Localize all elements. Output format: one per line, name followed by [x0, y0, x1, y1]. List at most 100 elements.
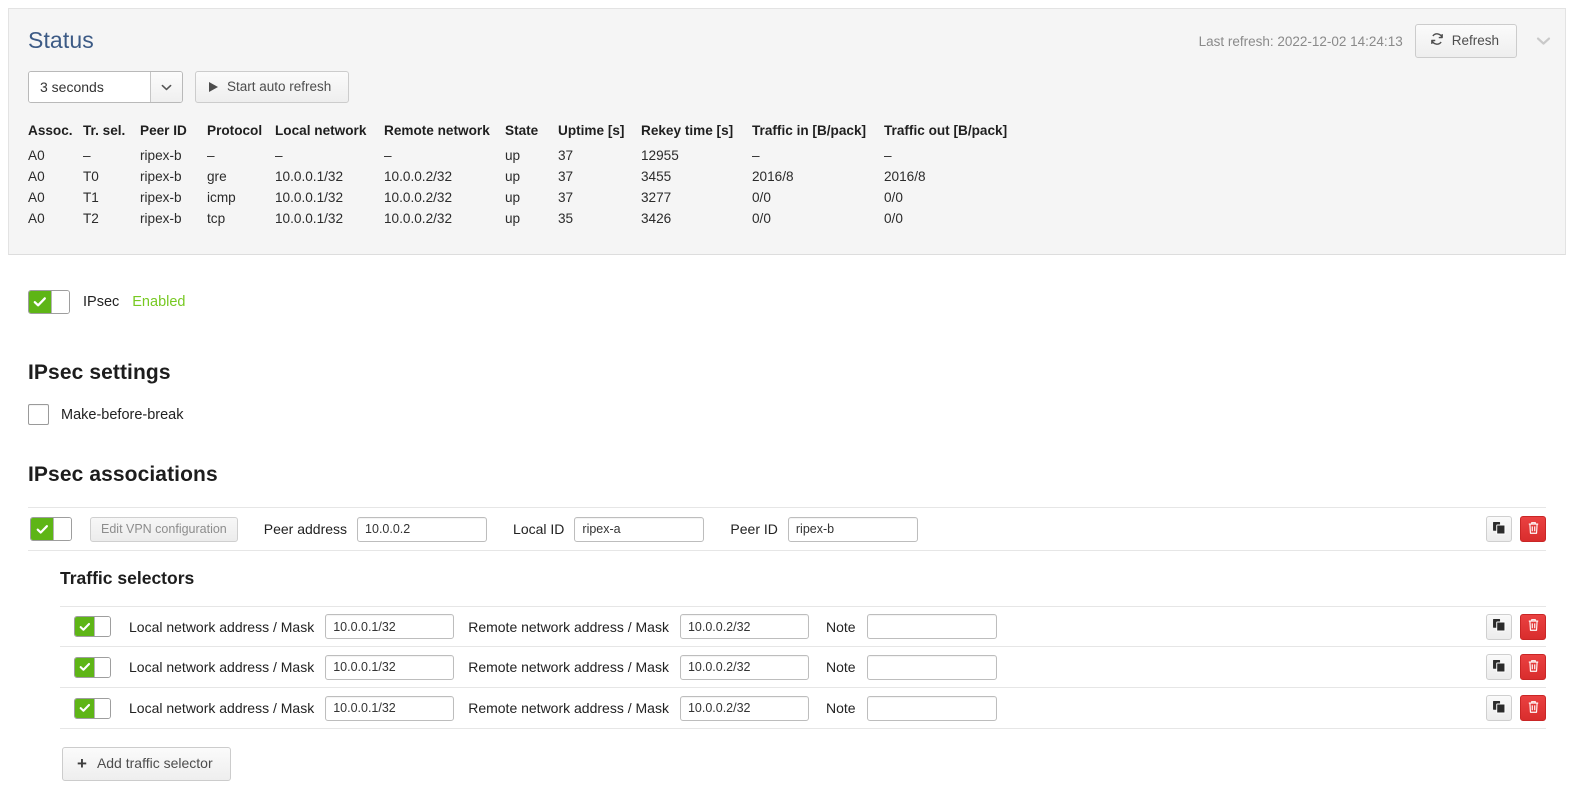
make-before-break-checkbox[interactable] [28, 404, 49, 425]
chevron-down-icon [150, 72, 182, 102]
local-network-label: Local network address / Mask [129, 618, 315, 635]
col-protocol: Protocol [207, 123, 263, 138]
cell-traffic-out: – [884, 147, 892, 163]
cell-traffic-in: 0/0 [752, 210, 771, 226]
duplicate-traffic-selector-button[interactable] [1486, 613, 1512, 640]
note-input[interactable] [866, 614, 997, 639]
toggle-on-side [75, 617, 94, 636]
cell-tr-sel: – [83, 147, 91, 163]
add-traffic-selector-label: Add traffic selector [96, 755, 213, 772]
cell-protocol: tcp [207, 210, 226, 226]
cell-uptime: 37 [558, 168, 574, 184]
check-icon [79, 622, 91, 632]
delete-traffic-selector-button[interactable] [1520, 695, 1546, 721]
delete-traffic-selector-button[interactable] [1520, 654, 1546, 680]
col-traffic-in: Traffic in [B/pack] [752, 123, 867, 138]
traffic-selector-row-actions [1486, 654, 1546, 680]
copy-duplicate-icon [1492, 521, 1506, 538]
traffic-selector-row-actions [1486, 695, 1546, 721]
peer-id-input[interactable] [787, 516, 918, 542]
cell-uptime: 35 [558, 210, 574, 226]
local-network-label: Local network address / Mask [129, 659, 315, 675]
duplicate-traffic-selector-button[interactable] [1486, 654, 1512, 680]
cell-remote-network: – [384, 147, 392, 163]
cell-tr-sel: T0 [83, 168, 99, 184]
add-traffic-selector-button[interactable]: + Add traffic selector [62, 747, 231, 781]
cell-rekey-time: 3277 [641, 189, 672, 205]
ipsec-settings-heading: IPsec settings [28, 361, 171, 384]
cell-protocol: icmp [207, 189, 236, 205]
delete-association-button[interactable] [1520, 516, 1546, 542]
cell-assoc: A0 [28, 147, 45, 163]
remote-network-input[interactable] [679, 695, 809, 721]
duplicate-traffic-selector-button[interactable] [1486, 695, 1512, 721]
cell-assoc: A0 [28, 168, 45, 184]
refresh-interval-value: 3 seconds [29, 72, 150, 102]
col-state: State [505, 123, 539, 138]
col-local-network: Local network [275, 123, 367, 138]
plus-icon: + [77, 754, 87, 773]
association-row: Edit VPN configuration Peer address Loca… [28, 507, 1546, 551]
collapse-panel-button[interactable] [1529, 23, 1557, 59]
traffic-selector-enable-toggle[interactable] [74, 616, 111, 637]
refresh-button[interactable]: Refresh [1414, 24, 1517, 58]
note-label: Note [825, 618, 856, 635]
last-refresh-label: Last refresh: 2022-12-02 14:24:13 [1198, 33, 1403, 49]
cell-uptime: 37 [558, 147, 574, 163]
traffic-selector-enable-toggle[interactable] [74, 697, 111, 719]
association-enable-toggle[interactable] [30, 517, 72, 541]
local-id-label: Local ID [513, 521, 565, 537]
col-uptime: Uptime [s] [558, 123, 625, 138]
ipsec-enable-toggle[interactable] [28, 290, 70, 314]
cell-traffic-out: 0/0 [884, 189, 903, 205]
remote-network-input[interactable] [679, 654, 809, 680]
col-tr-sel: Tr. sel. [83, 123, 126, 138]
status-panel-header: Status Last refresh: 2022-12-02 14:24:13… [9, 9, 1565, 71]
note-input[interactable] [866, 654, 997, 680]
cell-remote-network: 10.0.0.2/32 [384, 189, 453, 205]
traffic-selector-row: Local network address / Mask Remote netw… [60, 606, 1546, 647]
check-icon [79, 662, 91, 672]
traffic-selectors-heading: Traffic selectors [60, 568, 195, 588]
table-row: A0 T1 ripex-b icmp 10.0.0.1/32 10.0.0.2/… [28, 187, 1007, 208]
play-triangle-icon [209, 82, 218, 92]
note-input[interactable] [866, 695, 997, 721]
toggle-knob [51, 291, 69, 313]
traffic-selector-row: Local network address / Mask Remote netw… [60, 688, 1546, 729]
traffic-selector-enable-toggle[interactable] [74, 656, 111, 678]
ipsec-status-table: Assoc. Tr. sel. Peer ID Protocol Local n… [28, 123, 1007, 229]
cell-tr-sel: T2 [83, 210, 99, 226]
local-network-input[interactable] [325, 654, 455, 680]
cell-local-network: 10.0.0.1/32 [275, 189, 344, 205]
cell-remote-network: 10.0.0.2/32 [384, 210, 453, 226]
auto-refresh-controls: 3 seconds Start auto refresh [28, 71, 350, 103]
ipsec-enable-row: IPsec Enabled [28, 290, 185, 314]
remote-network-label: Remote network address / Mask [468, 659, 669, 675]
duplicate-association-button[interactable] [1486, 516, 1512, 542]
local-id-input[interactable] [574, 516, 705, 542]
toggle-knob [53, 518, 71, 540]
cell-traffic-out: 0/0 [884, 210, 903, 226]
cell-tr-sel: T1 [83, 189, 99, 205]
local-network-input[interactable] [325, 695, 455, 721]
cell-rekey-time: 12955 [641, 147, 679, 163]
remote-network-label: Remote network address / Mask [468, 618, 669, 635]
refresh-interval-select[interactable]: 3 seconds [28, 71, 183, 103]
trash-delete-icon [1527, 521, 1540, 538]
ipsec-configuration-page: Status Last refresh: 2022-12-02 14:24:13… [0, 0, 1574, 812]
delete-traffic-selector-button[interactable] [1520, 613, 1546, 640]
traffic-selector-row: Local network address / Mask Remote netw… [60, 647, 1546, 688]
remote-network-input[interactable] [679, 614, 809, 639]
peer-address-input[interactable] [357, 516, 488, 542]
cell-peer-id: ripex-b [140, 210, 182, 226]
start-auto-refresh-button[interactable]: Start auto refresh [195, 71, 350, 103]
check-icon [79, 703, 91, 713]
toggle-on-side [75, 698, 94, 718]
table-row: A0 T2 ripex-b tcp 10.0.0.1/32 10.0.0.2/3… [28, 208, 1007, 229]
check-icon [33, 296, 47, 308]
edit-vpn-configuration-button[interactable]: Edit VPN configuration [90, 516, 238, 542]
toggle-knob [94, 698, 110, 718]
trash-delete-icon [1527, 700, 1540, 717]
local-network-input[interactable] [325, 614, 455, 639]
cell-local-network: – [275, 147, 283, 163]
